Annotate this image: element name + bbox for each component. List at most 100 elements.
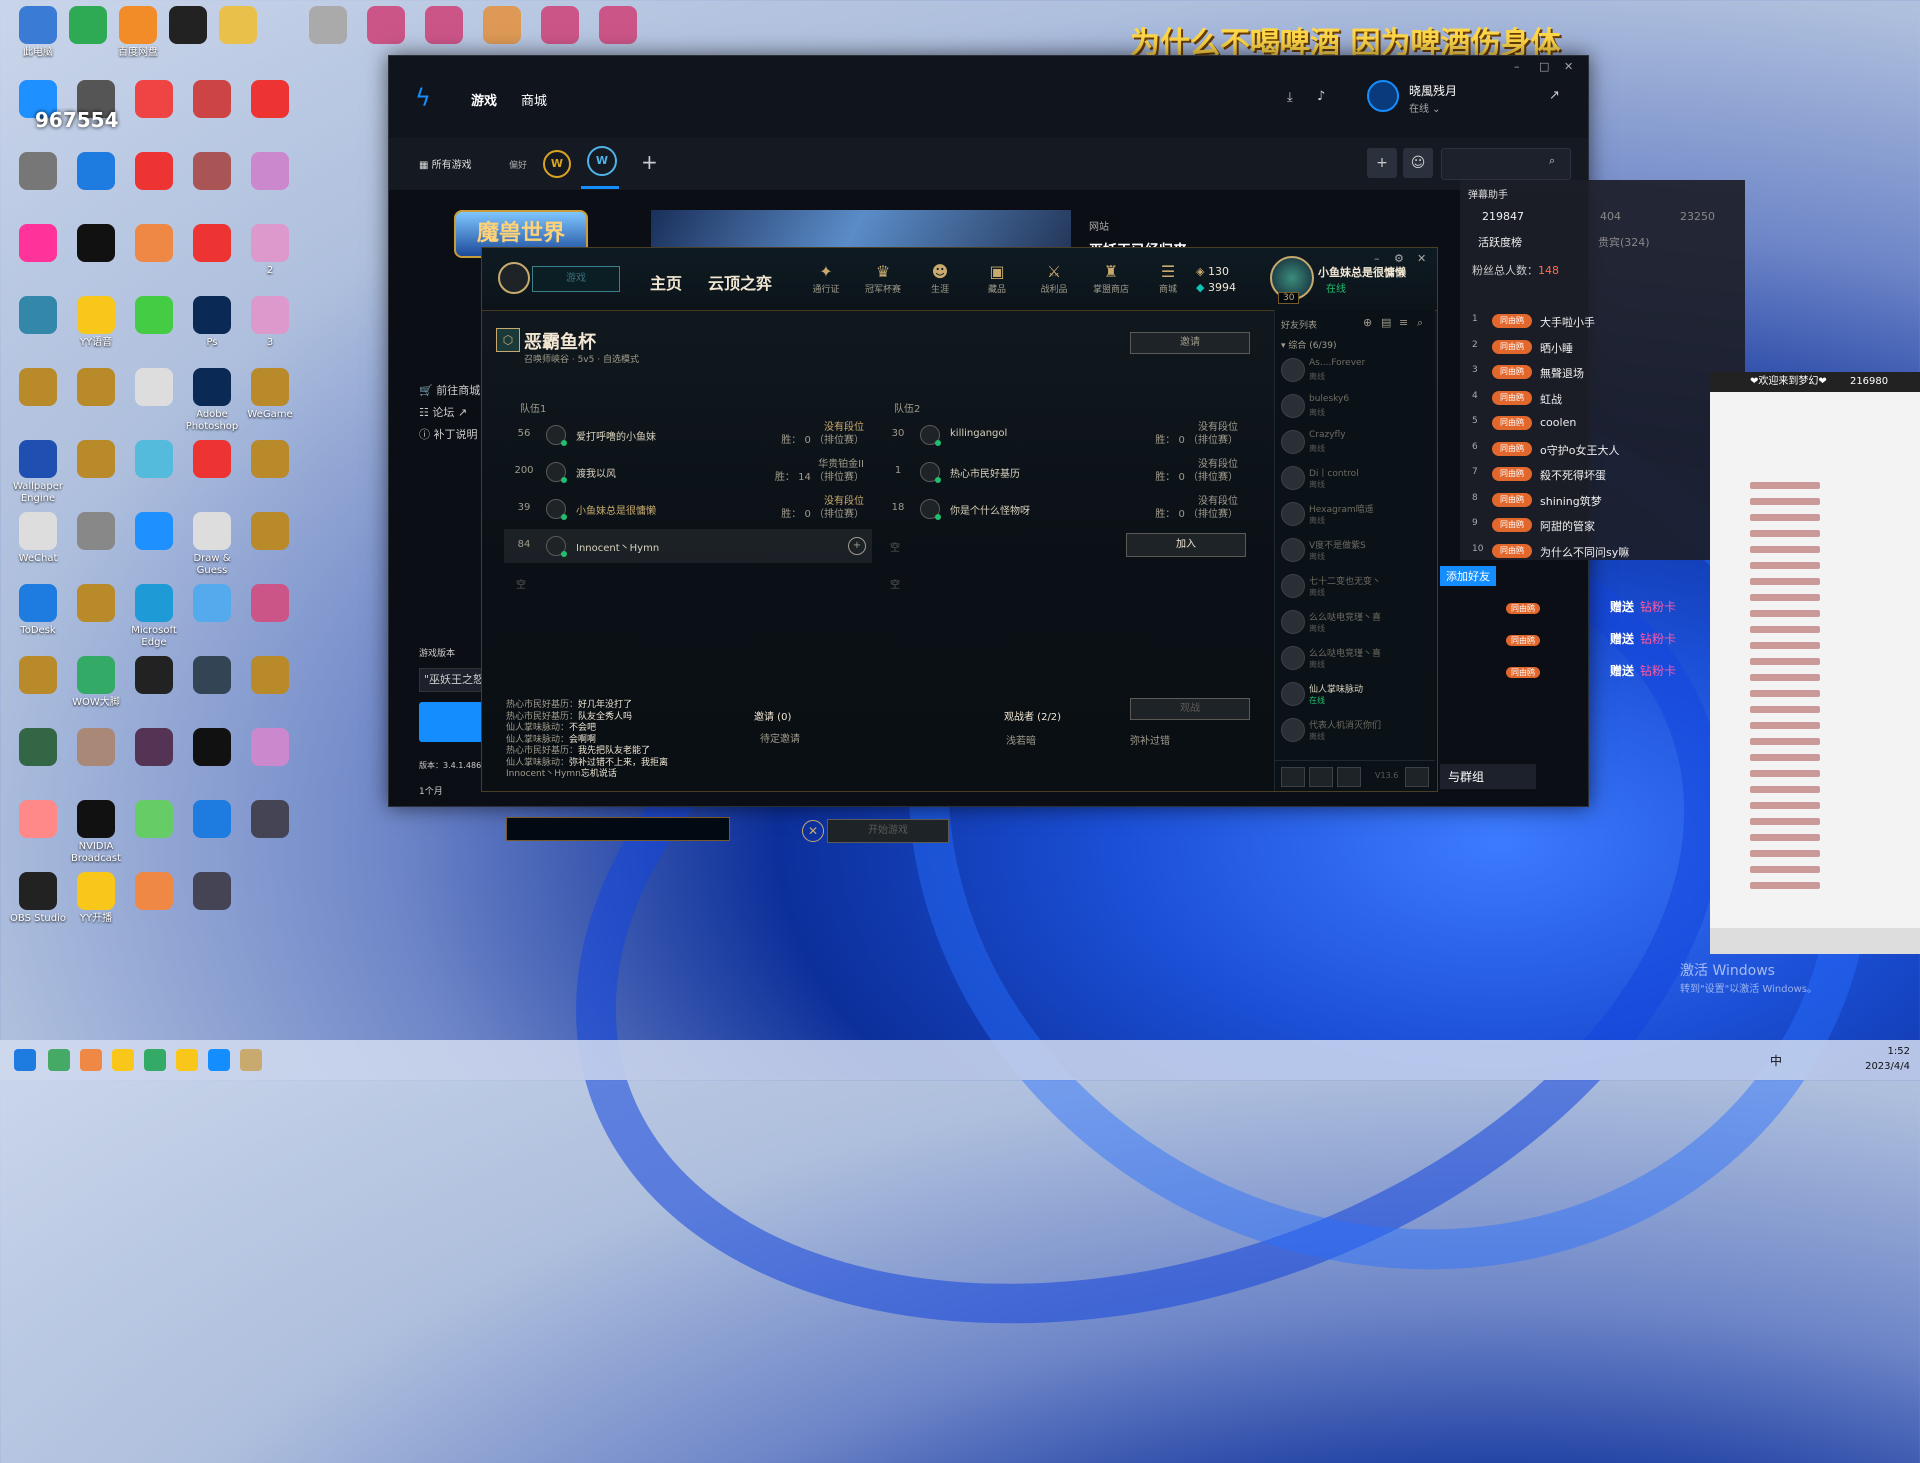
team-slot[interactable]: 39 小鱼妹总是很慵懒 没有段位 胜： 0 （排位赛） xyxy=(504,492,872,526)
tab-vip[interactable]: 贵宾(324) xyxy=(1598,234,1650,250)
taskbar-app-icon[interactable] xyxy=(240,1049,262,1071)
slot-player-name[interactable]: Innocent丶Hymn xyxy=(576,539,659,554)
friend-item[interactable]: 么么哒电竞瑾丶喜 离线 xyxy=(1279,606,1429,640)
live-rank-item[interactable]: 5 同由鸥 coolen xyxy=(1472,412,1742,434)
team-slot[interactable]: 200 渡我以风 华贵铂金II 胜： 14 （排位赛） xyxy=(504,455,872,489)
live-rank-item[interactable]: 10 同由鸥 为什么不同问sy嘛 xyxy=(1472,540,1742,562)
nav-shop[interactable]: 商城 xyxy=(521,90,547,109)
taskbar-app-icon[interactable] xyxy=(48,1049,70,1071)
team-slot[interactable]: 18 你是个什么怪物呀 没有段位 胜： 0 （排位赛） xyxy=(878,492,1246,526)
lol-play-button[interactable]: 游戏 xyxy=(532,266,620,292)
leave-lobby-icon[interactable]: ✕ xyxy=(802,820,824,842)
battlenet-logo-icon[interactable]: ϟ xyxy=(415,84,431,112)
friend-item[interactable]: Di丨control 离线 xyxy=(1279,462,1429,496)
username[interactable]: 晓風残月 xyxy=(1409,82,1457,99)
store-icon[interactable]: ♜ 掌盟商店 xyxy=(1091,262,1131,295)
tab-favorites[interactable]: 偏好 xyxy=(509,158,527,171)
live-rank-item[interactable]: 4 同由鸥 虹战 xyxy=(1472,387,1742,409)
desktop-icon[interactable] xyxy=(236,512,304,553)
wow-tab-icon[interactable]: W xyxy=(543,150,571,178)
start-icon[interactable] xyxy=(14,1049,36,1071)
live-rank-item[interactable]: 1 同由鸥 大手啦小手 xyxy=(1472,310,1742,332)
support-icon[interactable] xyxy=(1405,767,1429,787)
friend-search-icon[interactable]: ⌕ xyxy=(1417,316,1423,330)
chat-toggle-icon[interactable] xyxy=(1281,767,1305,787)
slot-player-name[interactable]: 渡我以风 xyxy=(576,465,616,480)
user-avatar[interactable] xyxy=(1367,80,1399,112)
link-forums[interactable]: ☷ 论坛 ↗ xyxy=(419,404,467,420)
shop-icon[interactable]: ☰ 商城 xyxy=(1148,262,1188,295)
slot-player-name[interactable]: 你是个什么怪物呀 xyxy=(950,502,1030,517)
lol-nav-tft[interactable]: 云顶之弈 xyxy=(708,270,772,294)
lol-settings-icon[interactable]: ⚙ xyxy=(1394,252,1404,265)
minimize-icon[interactable]: – xyxy=(1514,60,1520,73)
desktop-icon[interactable] xyxy=(178,872,246,913)
group-chat-label[interactable]: 与群组 xyxy=(1440,764,1536,789)
team-slot[interactable]: 30 killingangol 没有段位 胜： 0 （排位赛） xyxy=(878,418,1246,452)
friend-requests-icon[interactable]: ☺ xyxy=(1403,148,1433,178)
pass-icon[interactable]: ✦ 通行证 xyxy=(806,262,846,295)
maximize-icon[interactable]: □ xyxy=(1539,60,1549,73)
friend-group-general[interactable]: ▾ 综合 (6/39) xyxy=(1281,338,1336,351)
add-friend-icon[interactable]: + xyxy=(848,537,866,555)
list-icon[interactable]: ≡ xyxy=(1399,316,1408,329)
friend-item[interactable]: 七十二变也无变丶 离线 xyxy=(1279,570,1429,604)
taskbar-app-icon[interactable] xyxy=(144,1049,166,1071)
join-team-button[interactable]: 加入 xyxy=(1126,533,1246,557)
download-icon[interactable]: ⤓ xyxy=(1287,90,1293,105)
slot-player-name[interactable]: 小鱼妹总是很慵懒 xyxy=(576,502,656,517)
live-rank-item[interactable]: 8 同由鸥 shining筑梦 xyxy=(1472,489,1742,511)
friend-item[interactable]: 代表人机消灭你们 离线 xyxy=(1279,714,1429,748)
external-link-icon[interactable]: ↗ xyxy=(1549,88,1560,103)
desktop-icon[interactable] xyxy=(236,152,304,193)
lobby-chat-input[interactable] xyxy=(506,817,730,841)
friend-item[interactable]: 仙人掌味脉动 在线 xyxy=(1279,678,1429,712)
collection-icon[interactable]: ▣ 藏品 xyxy=(977,262,1017,295)
slot-player-name[interactable]: 爱打呼噜的小鱼妹 xyxy=(576,428,656,443)
tab-all-games[interactable]: ▦ 所有游戏 xyxy=(419,156,472,171)
live-rank-item[interactable]: 2 同由鸥 晒小睡 xyxy=(1472,336,1742,358)
spectate-button[interactable]: 观战 xyxy=(1130,698,1250,720)
invite-button[interactable]: 邀请 xyxy=(1130,332,1250,354)
friend-item[interactable]: 么么哒电竞瑾丶喜 离线 xyxy=(1279,642,1429,676)
link-shop[interactable]: 🛒 前往商城 xyxy=(419,382,480,398)
add-friend-icon[interactable]: ⊕ xyxy=(1363,316,1372,329)
friend-item[interactable]: Hexagram暗遥 离线 xyxy=(1279,498,1429,532)
team-slot[interactable]: 56 爱打呼噜的小鱼妹 没有段位 胜： 0 （排位赛） xyxy=(504,418,872,452)
user-status[interactable]: 在线 ⌄ xyxy=(1409,100,1441,115)
bell-icon[interactable]: ♪ xyxy=(1317,89,1325,104)
taskbar-app-icon[interactable] xyxy=(208,1049,230,1071)
desktop-icon[interactable] xyxy=(236,728,304,769)
friend-item[interactable]: Crazyfly 离线 xyxy=(1279,426,1429,460)
ime-indicator[interactable]: 中 xyxy=(1770,1052,1782,1069)
live-rank-item[interactable]: 6 同由鸥 o守护o女王大人 xyxy=(1472,438,1742,460)
taskbar-app-icon[interactable] xyxy=(176,1049,198,1071)
desktop-icon[interactable] xyxy=(236,440,304,481)
slot-player-name[interactable]: killingangol xyxy=(950,428,1007,439)
voice-icon[interactable] xyxy=(1337,767,1361,787)
live-rank-item[interactable]: 7 同由鸥 殺不死得坏蛋 xyxy=(1472,463,1742,485)
loot-icon[interactable]: ⚔ 战利品 xyxy=(1034,262,1074,295)
wow-classic-tab-icon[interactable]: W xyxy=(587,146,617,176)
desktop-icon[interactable] xyxy=(236,80,304,121)
desktop-icon[interactable]: WeGame xyxy=(236,368,304,421)
team-slot[interactable]: 84 Innocent丶Hymn + xyxy=(504,529,872,563)
folder-icon[interactable]: ▤ xyxy=(1381,316,1391,329)
add-friend-label[interactable]: 添加好友 xyxy=(1440,566,1496,586)
slot-player-name[interactable]: 热心市民好基历 xyxy=(950,465,1020,480)
live-rank-item[interactable]: 9 同由鸥 阿甜的管家 xyxy=(1472,514,1742,536)
start-game-button[interactable]: 开始游戏 xyxy=(827,819,949,843)
lol-minimize-icon[interactable]: – xyxy=(1374,252,1380,265)
tab-activity-rank[interactable]: 活跃度榜 xyxy=(1478,234,1522,250)
desktop-icon[interactable] xyxy=(236,800,304,841)
add-friend-icon[interactable]: + xyxy=(1367,148,1397,178)
desktop-icon[interactable]: 2 xyxy=(236,224,304,277)
profile-icon[interactable]: ☻ 生涯 xyxy=(920,262,960,295)
taskbar-app-icon[interactable] xyxy=(80,1049,102,1071)
lol-close-icon[interactable]: ✕ xyxy=(1417,252,1426,265)
desktop-icon[interactable] xyxy=(204,6,272,47)
live-rank-item[interactable]: 3 同由鸥 無聲退场 xyxy=(1472,361,1742,383)
search-icon[interactable]: ⌕ xyxy=(1549,154,1555,168)
close-icon[interactable]: ✕ xyxy=(1564,60,1573,73)
friend-item[interactable]: V度不是做紫S 离线 xyxy=(1279,534,1429,568)
